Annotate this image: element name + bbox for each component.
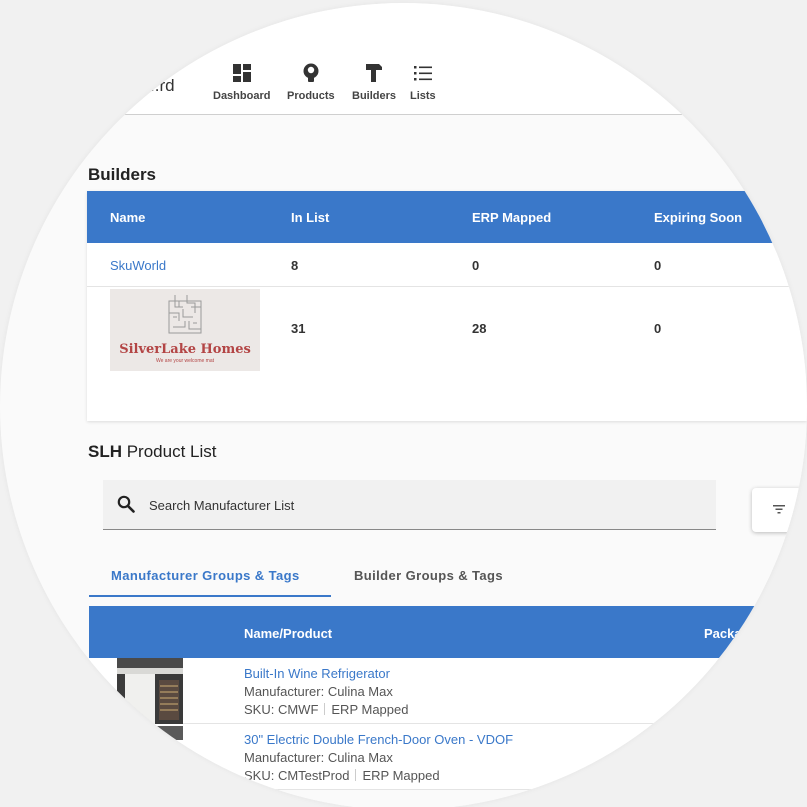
tab-builder-groups[interactable]: Builder Groups & Tags — [354, 568, 503, 583]
nav-builders[interactable]: Builders — [352, 62, 396, 102]
product-sku: SKU: CMTestProd — [244, 768, 350, 783]
nav-products[interactable]: Products — [287, 62, 335, 102]
product-status: ERP Mapped — [331, 702, 409, 717]
table-row[interactable]: Built-In Wine Refrigerator Manufacturer:… — [89, 658, 807, 724]
product-list-title-prefix: SLH — [88, 442, 122, 461]
search-icon — [117, 495, 135, 518]
lightbulb-icon — [302, 62, 320, 84]
table-row[interactable]: SkuWorld 8 0 0 — [87, 243, 807, 287]
maze-logo-icon — [168, 295, 202, 334]
search-input[interactable] — [149, 480, 689, 530]
separator — [355, 769, 357, 781]
product-sku-line: SKU: CMTestProd ERP Mapped — [244, 768, 440, 783]
filter-icon — [773, 501, 785, 519]
table-row[interactable]: SilverLake Homes We are your welcome mat… — [87, 287, 807, 373]
active-tab-indicator — [89, 595, 331, 597]
product-name-link[interactable]: 30" Electric Double French-Door Oven - V… — [244, 732, 513, 747]
top-navigation-bar: ..rd Dashboard Products Builders Lists — [110, 3, 682, 115]
product-list-title: SLH Product List — [88, 442, 217, 462]
builders-table: Name In List ERP Mapped Expiring Soon Sk… — [87, 191, 807, 421]
wine-fridge-image — [117, 658, 183, 724]
erp-mapped-value: 28 — [472, 321, 487, 336]
nav-builders-label: Builders — [352, 90, 397, 102]
nav-products-label: Products — [287, 90, 335, 102]
column-package[interactable]: Packa — [704, 626, 742, 641]
hammer-icon — [365, 62, 383, 84]
builders-table-header: Name In List ERP Mapped Expiring Soon — [87, 191, 807, 243]
product-status: ERP Mapped — [362, 768, 440, 783]
filter-button[interactable] — [752, 488, 807, 532]
list-icon — [413, 62, 432, 84]
builders-title: Builders — [88, 165, 157, 184]
column-erp-mapped[interactable]: ERP Mapped — [472, 210, 551, 225]
builder-logo[interactable]: SilverLake Homes We are your welcome mat — [110, 289, 260, 371]
column-expiring-soon[interactable]: Expiring Soon — [654, 210, 742, 225]
builder-name-link[interactable]: SkuWorld — [110, 258, 166, 273]
nav-lists[interactable]: Lists — [410, 62, 436, 102]
product-sku-line: SKU: CMWF ERP Mapped — [244, 702, 408, 717]
table-row[interactable]: 30" Electric Double French-Door Oven - V… — [89, 724, 807, 790]
nav-dashboard-label: Dashboard — [213, 90, 271, 102]
product-manufacturer: Manufacturer: Culina Max — [244, 684, 393, 699]
product-manufacturer: Manufacturer: Culina Max — [244, 750, 393, 765]
search-field[interactable] — [103, 480, 716, 530]
oven-image — [117, 724, 183, 790]
product-thumbnail[interactable] — [117, 724, 183, 790]
column-in-list[interactable]: In List — [291, 210, 329, 225]
logo-tagline: We are your welcome mat — [156, 358, 214, 364]
product-name-link[interactable]: Built-In Wine Refrigerator — [244, 666, 390, 681]
products-table-header: Name/Product Packa — [89, 606, 807, 658]
product-thumbnail[interactable] — [117, 658, 183, 724]
in-list-value: 8 — [291, 258, 299, 273]
erp-mapped-value: 0 — [472, 258, 480, 273]
nav-lists-label: Lists — [410, 90, 436, 102]
column-name[interactable]: Name — [110, 210, 145, 225]
separator — [324, 703, 326, 715]
product-sku: SKU: CMWF — [244, 702, 319, 717]
expiring-soon-value: 0 — [654, 321, 662, 336]
tab-manufacturer-groups[interactable]: Manufacturer Groups & Tags — [111, 568, 300, 583]
screenshot-stage: ..rd Dashboard Products Builders Lists B… — [0, 0, 807, 807]
dashboard-icon — [232, 62, 251, 84]
logo-title: SilverLake Homes — [119, 342, 251, 357]
app-content: ..rd Dashboard Products Builders Lists B… — [0, 3, 807, 807]
in-list-value: 31 — [291, 321, 306, 336]
circular-viewport: ..rd Dashboard Products Builders Lists B… — [0, 3, 807, 807]
app-brand: ..rd — [150, 76, 175, 95]
column-name-product[interactable]: Name/Product — [244, 626, 332, 641]
expiring-soon-value: 0 — [654, 258, 662, 273]
product-list-title-suffix: Product List — [122, 442, 217, 461]
nav-dashboard[interactable]: Dashboard — [213, 62, 270, 102]
